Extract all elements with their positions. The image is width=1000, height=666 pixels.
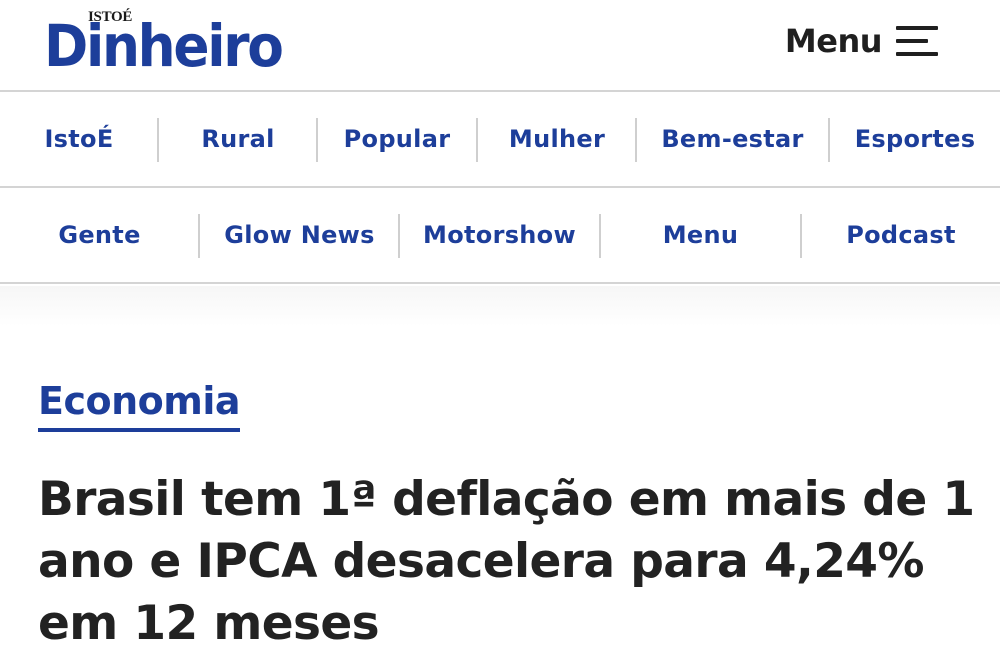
nav-item-bem-estar[interactable]: Bem-estar [637,92,828,186]
nav-item-podcast[interactable]: Podcast [802,188,1000,282]
nav-item-glow-news[interactable]: Glow News [200,188,399,282]
section-nav-secondary: Gente Glow News Motorshow Menu Podcast [0,186,1000,284]
site-header: ISTOÉ Dinheiro Menu [0,0,1000,90]
article-area: Economia Brasil tem 1ª deflação em mais … [0,286,1000,666]
nav-item-rural[interactable]: Rural [159,92,317,186]
menu-button[interactable]: Menu [785,18,938,64]
nav-item-mulher[interactable]: Mulher [478,92,636,186]
hamburger-icon [896,26,938,56]
nav-item-popular[interactable]: Popular [318,92,476,186]
nav-item-motorshow[interactable]: Motorshow [400,188,599,282]
article-headline: Brasil tem 1ª deflação em mais de 1 ano … [38,472,975,651]
nav-item-istoe[interactable]: IstoÉ [0,92,158,186]
menu-button-label: Menu [784,22,883,60]
nav-item-menu[interactable]: Menu [601,188,800,282]
section-nav-primary: IstoÉ Rural Popular Mulher Bem-estar Esp… [0,90,1000,186]
logo-dinheiro-text: Dinheiro [44,12,284,80]
article-category-link[interactable]: Economia [38,378,241,432]
nav-item-esportes[interactable]: Esportes [830,92,1000,186]
site-logo[interactable]: ISTOÉ Dinheiro [44,6,304,78]
nav-item-gente[interactable]: Gente [0,188,199,282]
